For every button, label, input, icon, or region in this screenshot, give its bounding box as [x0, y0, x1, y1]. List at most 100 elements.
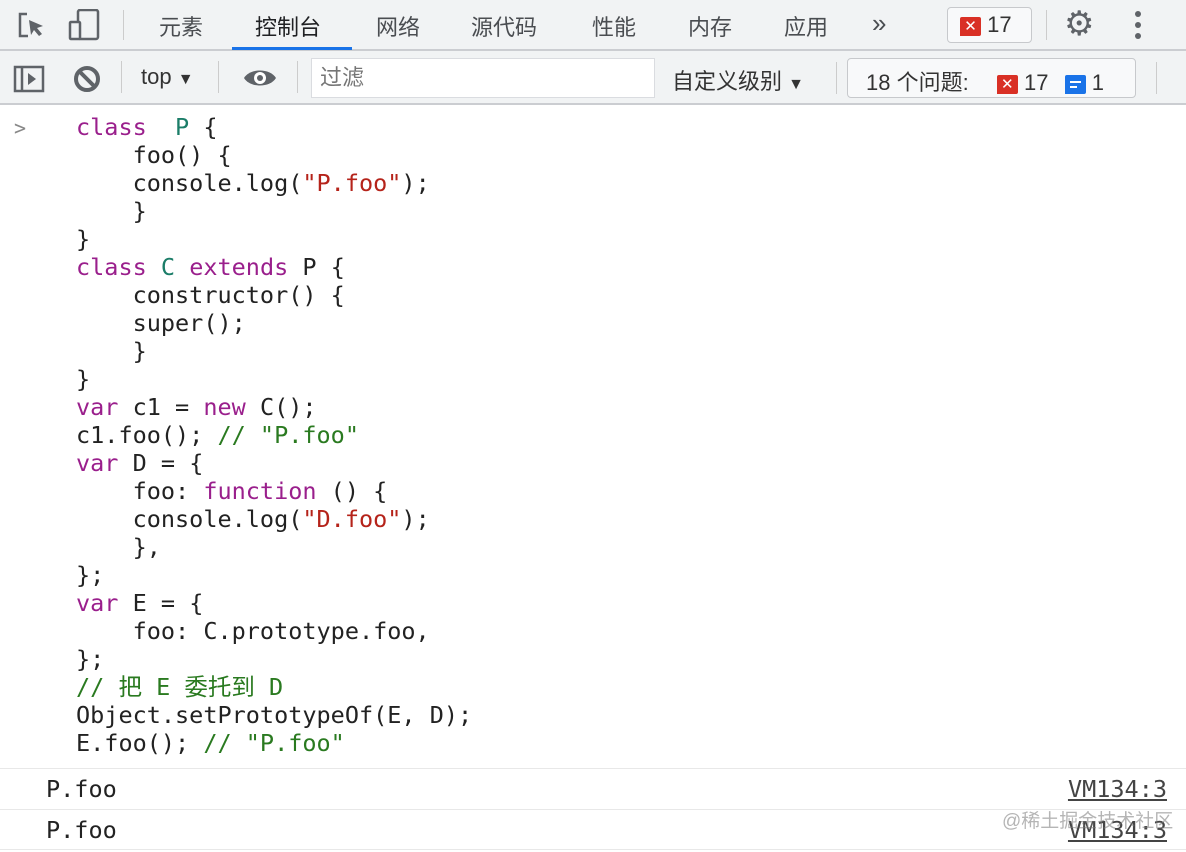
code-token: c1 =	[118, 393, 204, 421]
watermark: @稀土掘金技术社区	[1002, 811, 1174, 832]
code-token: C	[160, 253, 176, 281]
code-token: }	[76, 197, 147, 225]
console-input-code: class P { foo() { console.log("P.foo"); …	[76, 113, 472, 757]
code-token: // 把 E 委托到 D	[76, 673, 284, 701]
issues-button[interactable]: 18 个问题: ✕ 17 1	[847, 58, 1136, 98]
code-token: // "P.foo"	[203, 729, 345, 757]
console-message-row: P.foo VM134:3	[0, 768, 1186, 809]
source-link[interactable]: VM134:3	[1068, 775, 1167, 803]
show-sidebar-icon[interactable]	[13, 65, 45, 93]
code-token: }	[76, 337, 147, 365]
code-line: c1.foo(); // "P.foo"	[76, 421, 472, 449]
issues-error-count: 17	[1023, 70, 1049, 95]
main-toolbar: 元素 控制台 网络 源代码 性能 内存 应用 » ✕ 17 ⚙	[0, 0, 1186, 51]
code-token: console.log(	[76, 169, 303, 197]
log-levels-dropdown[interactable]: 自定义级别 ▼	[672, 64, 804, 96]
code-line: foo() {	[76, 141, 472, 169]
tab-elements[interactable]: 元素	[159, 10, 203, 42]
tab-performance[interactable]: 性能	[592, 10, 636, 42]
code-token: "D.foo"	[302, 505, 402, 533]
divider	[1046, 10, 1047, 40]
divider	[836, 62, 837, 94]
code-token: };	[76, 561, 105, 589]
issues-label: 18 个问题:	[866, 70, 969, 95]
tab-memory[interactable]: 内存	[688, 10, 732, 42]
code-line: console.log("P.foo");	[76, 169, 472, 197]
code-line: };	[76, 645, 472, 673]
code-token: foo: C.prototype.foo,	[76, 617, 430, 645]
context-selector[interactable]: top ▼	[141, 64, 194, 90]
log-message: P.foo	[46, 816, 117, 844]
code-token: "P.foo"	[302, 169, 402, 197]
code-token: );	[401, 169, 430, 197]
code-token: {	[189, 113, 218, 141]
context-value: top	[141, 64, 172, 89]
code-token: E = {	[118, 589, 204, 617]
more-tabs-chevron-icon[interactable]: »	[872, 8, 886, 39]
code-token: super();	[76, 309, 246, 337]
code-token: D = {	[118, 449, 204, 477]
code-token: }	[76, 225, 91, 253]
more-options-icon[interactable]	[1131, 10, 1145, 40]
input-prompt-chevron-icon: >	[14, 116, 27, 140]
code-token: () {	[316, 477, 388, 505]
tab-sources[interactable]: 源代码	[471, 10, 537, 42]
tab-console[interactable]: 控制台	[255, 10, 321, 42]
error-icon: ✕	[996, 74, 1018, 94]
code-token: };	[76, 645, 105, 673]
code-token: class	[76, 113, 147, 141]
code-token: }	[76, 365, 91, 393]
inspect-element-icon[interactable]	[17, 11, 47, 41]
divider	[121, 61, 122, 93]
device-toolbar-icon[interactable]	[68, 9, 100, 41]
code-token: },	[76, 533, 161, 561]
code-token: P {	[288, 253, 345, 281]
code-line: };	[76, 561, 472, 589]
code-line: foo: C.prototype.foo,	[76, 617, 472, 645]
active-tab-indicator	[232, 47, 352, 50]
code-token: var	[76, 393, 119, 421]
error-count-button[interactable]: ✕ 17	[947, 7, 1032, 43]
code-token: P	[175, 113, 190, 141]
code-token: Object.setPrototypeOf(E, D);	[76, 701, 473, 729]
code-line: }	[76, 337, 472, 365]
error-count: 17	[987, 12, 1012, 37]
live-expression-eye-icon[interactable]	[242, 66, 278, 90]
code-token: function	[203, 477, 317, 505]
code-token: foo:	[76, 477, 204, 505]
divider	[297, 61, 298, 93]
info-message-icon	[1064, 74, 1086, 94]
code-line: class C extends P {	[76, 253, 472, 281]
code-line: }	[76, 225, 472, 253]
code-token: );	[401, 505, 430, 533]
code-line: foo: function () {	[76, 477, 472, 505]
code-token: var	[76, 589, 119, 617]
dropdown-arrow-icon: ▼	[788, 76, 804, 93]
code-line: var D = {	[76, 449, 472, 477]
filter-input[interactable]	[311, 58, 655, 98]
divider	[218, 61, 219, 93]
tab-application[interactable]: 应用	[784, 10, 828, 42]
code-token: // "P.foo"	[217, 421, 359, 449]
code-token: foo() {	[76, 141, 232, 169]
clear-console-icon[interactable]	[72, 64, 102, 94]
divider	[1156, 62, 1157, 94]
code-line: var c1 = new C();	[76, 393, 472, 421]
tab-network[interactable]: 网络	[376, 10, 420, 42]
code-line: // 把 E 委托到 D	[76, 673, 472, 701]
dropdown-arrow-icon: ▼	[177, 71, 194, 88]
code-line: E.foo(); // "P.foo"	[76, 729, 472, 757]
settings-gear-icon[interactable]: ⚙	[1064, 4, 1094, 44]
code-line: class P {	[76, 113, 472, 141]
code-token: var	[76, 449, 119, 477]
code-line: console.log("D.foo");	[76, 505, 472, 533]
code-line: },	[76, 533, 472, 561]
code-token: c1.foo();	[76, 421, 218, 449]
code-token: extends	[189, 253, 289, 281]
issues-info-count: 1	[1091, 70, 1104, 95]
log-levels-label: 自定义级别	[672, 69, 783, 94]
code-line: }	[76, 365, 472, 393]
